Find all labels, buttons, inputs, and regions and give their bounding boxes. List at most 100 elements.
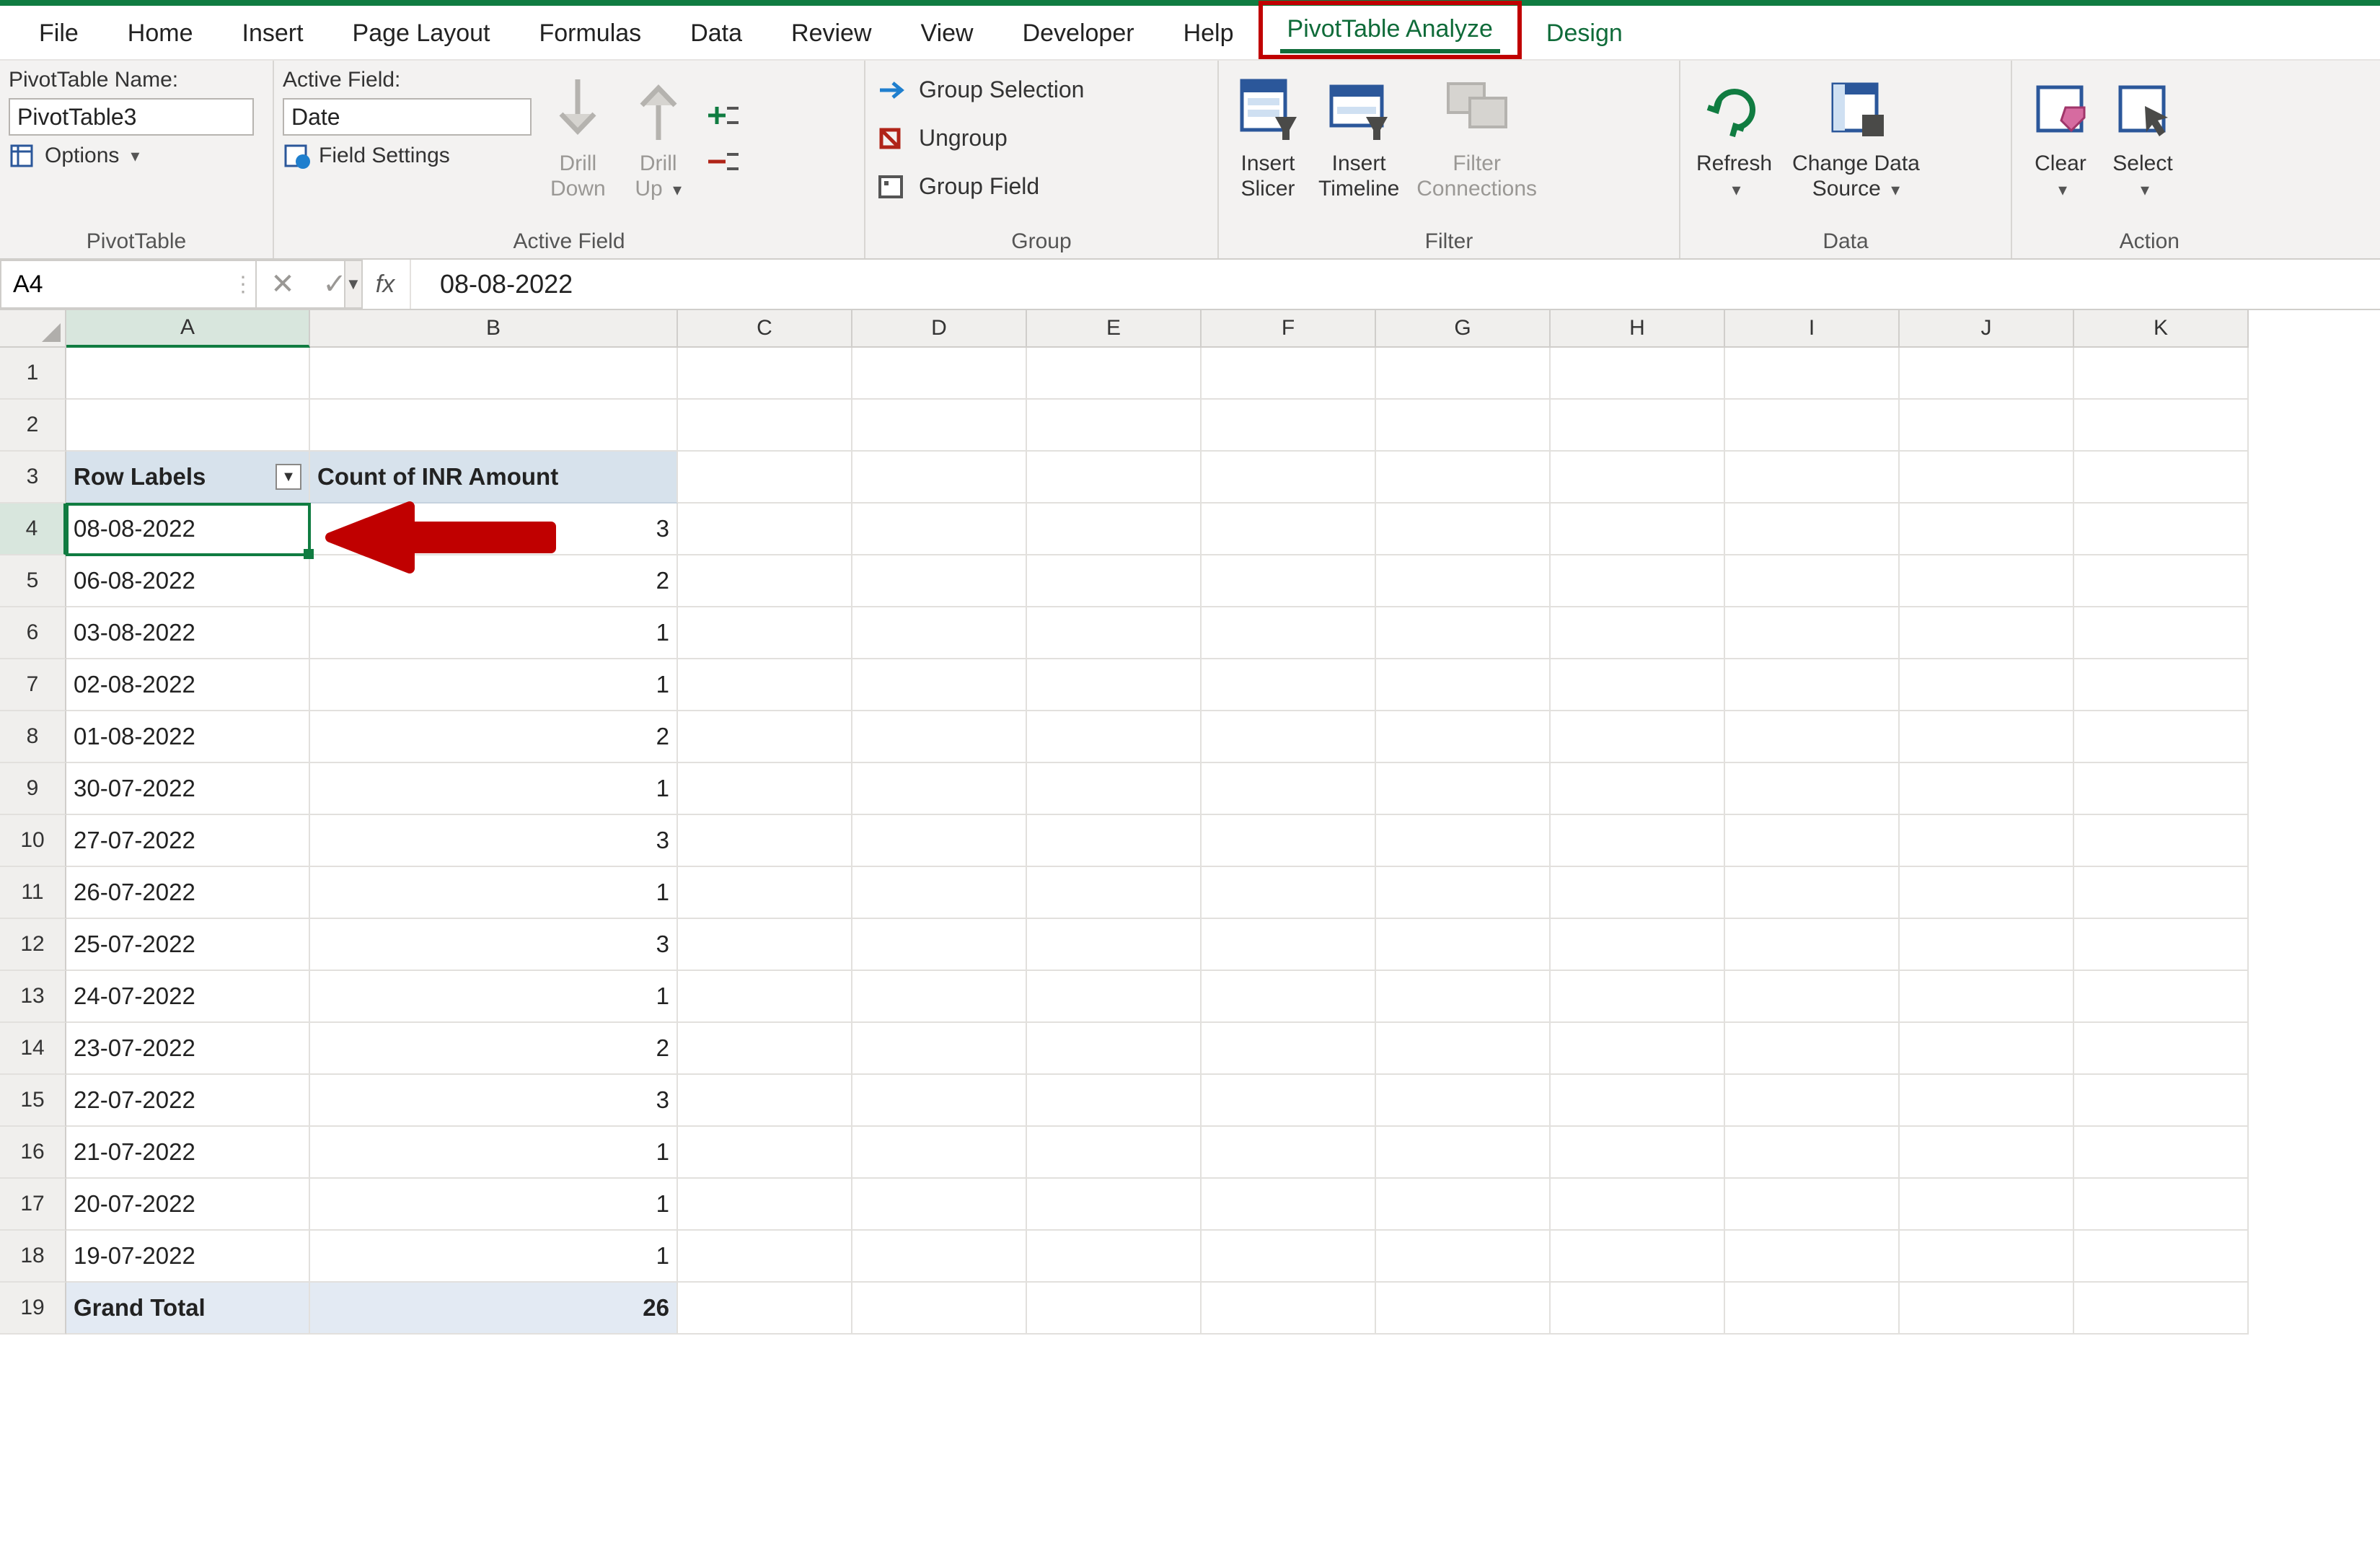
- cell-F11[interactable]: [1202, 867, 1376, 919]
- cell-E18[interactable]: [1027, 1231, 1202, 1283]
- row-header-7[interactable]: 7: [0, 659, 66, 711]
- cell-A16[interactable]: 21-07-2022: [66, 1127, 310, 1179]
- cell-A6[interactable]: 03-08-2022: [66, 607, 310, 659]
- cell-E8[interactable]: [1027, 711, 1202, 763]
- cell-K4[interactable]: [2074, 504, 2249, 555]
- column-header-I[interactable]: I: [1725, 310, 1900, 348]
- cell-E14[interactable]: [1027, 1023, 1202, 1075]
- row-header-6[interactable]: 6: [0, 607, 66, 659]
- cell-H11[interactable]: [1551, 867, 1725, 919]
- cell-H16[interactable]: [1551, 1127, 1725, 1179]
- column-header-C[interactable]: C: [678, 310, 852, 348]
- tab-pivottable-analyze[interactable]: PivotTable Analyze: [1259, 1, 1522, 59]
- cell-B7[interactable]: 1: [310, 659, 678, 711]
- worksheet-grid[interactable]: ABCDEFGHIJK123Row Labels▼Count of INR Am…: [0, 310, 2380, 1335]
- cell-C11[interactable]: [678, 867, 852, 919]
- tab-file[interactable]: File: [14, 9, 103, 59]
- cell-F1[interactable]: [1202, 348, 1376, 400]
- cell-A5[interactable]: 06-08-2022: [66, 555, 310, 607]
- row-header-17[interactable]: 17: [0, 1179, 66, 1231]
- cell-D17[interactable]: [852, 1179, 1027, 1231]
- cell-G13[interactable]: [1376, 971, 1551, 1023]
- cell-C17[interactable]: [678, 1179, 852, 1231]
- cell-D7[interactable]: [852, 659, 1027, 711]
- expand-field-icon[interactable]: [704, 101, 740, 130]
- cell-F17[interactable]: [1202, 1179, 1376, 1231]
- cell-A10[interactable]: 27-07-2022: [66, 815, 310, 867]
- cell-E6[interactable]: [1027, 607, 1202, 659]
- cell-I13[interactable]: [1725, 971, 1900, 1023]
- cell-G15[interactable]: [1376, 1075, 1551, 1127]
- cell-J19[interactable]: [1900, 1283, 2074, 1335]
- cell-I17[interactable]: [1725, 1179, 1900, 1231]
- cell-C12[interactable]: [678, 919, 852, 971]
- cell-H5[interactable]: [1551, 555, 1725, 607]
- cell-F2[interactable]: [1202, 400, 1376, 452]
- field-settings-button[interactable]: Field Settings: [283, 141, 532, 170]
- cell-G7[interactable]: [1376, 659, 1551, 711]
- row-header-4[interactable]: 4: [0, 504, 66, 555]
- cell-I18[interactable]: [1725, 1231, 1900, 1283]
- cell-C9[interactable]: [678, 763, 852, 815]
- cell-A18[interactable]: 19-07-2022: [66, 1231, 310, 1283]
- cell-J13[interactable]: [1900, 971, 2074, 1023]
- cell-F19[interactable]: [1202, 1283, 1376, 1335]
- cell-E1[interactable]: [1027, 348, 1202, 400]
- cell-I3[interactable]: [1725, 452, 1900, 504]
- cell-C16[interactable]: [678, 1127, 852, 1179]
- cell-J1[interactable]: [1900, 348, 2074, 400]
- cell-K7[interactable]: [2074, 659, 2249, 711]
- cell-K16[interactable]: [2074, 1127, 2249, 1179]
- cell-C18[interactable]: [678, 1231, 852, 1283]
- cell-J11[interactable]: [1900, 867, 2074, 919]
- cell-G1[interactable]: [1376, 348, 1551, 400]
- column-header-H[interactable]: H: [1551, 310, 1725, 348]
- cell-G6[interactable]: [1376, 607, 1551, 659]
- cell-B19[interactable]: 26: [310, 1283, 678, 1335]
- cell-H12[interactable]: [1551, 919, 1725, 971]
- tab-data[interactable]: Data: [666, 9, 767, 59]
- cell-B3[interactable]: Count of INR Amount: [310, 452, 678, 504]
- cell-H19[interactable]: [1551, 1283, 1725, 1335]
- cell-J16[interactable]: [1900, 1127, 2074, 1179]
- cell-A14[interactable]: 23-07-2022: [66, 1023, 310, 1075]
- collapse-field-icon[interactable]: [704, 147, 740, 176]
- cell-G12[interactable]: [1376, 919, 1551, 971]
- cell-B13[interactable]: 1: [310, 971, 678, 1023]
- group-field-button[interactable]: Group Field: [874, 169, 1087, 204]
- pivottable-name-input[interactable]: PivotTable3: [9, 98, 254, 136]
- cell-A13[interactable]: 24-07-2022: [66, 971, 310, 1023]
- cell-J17[interactable]: [1900, 1179, 2074, 1231]
- cell-B1[interactable]: [310, 348, 678, 400]
- cell-H18[interactable]: [1551, 1231, 1725, 1283]
- cell-J9[interactable]: [1900, 763, 2074, 815]
- tab-view[interactable]: View: [896, 9, 998, 59]
- cell-D6[interactable]: [852, 607, 1027, 659]
- cell-C1[interactable]: [678, 348, 852, 400]
- row-header-2[interactable]: 2: [0, 400, 66, 452]
- insert-slicer-button[interactable]: Insert Slicer: [1228, 68, 1308, 201]
- cell-D9[interactable]: [852, 763, 1027, 815]
- cell-E2[interactable]: [1027, 400, 1202, 452]
- row-header-5[interactable]: 5: [0, 555, 66, 607]
- cell-K2[interactable]: [2074, 400, 2249, 452]
- cell-C10[interactable]: [678, 815, 852, 867]
- cell-F9[interactable]: [1202, 763, 1376, 815]
- cell-D1[interactable]: [852, 348, 1027, 400]
- cell-D8[interactable]: [852, 711, 1027, 763]
- cell-E7[interactable]: [1027, 659, 1202, 711]
- insert-timeline-button[interactable]: Insert Timeline: [1311, 68, 1406, 201]
- cell-J4[interactable]: [1900, 504, 2074, 555]
- cell-K10[interactable]: [2074, 815, 2249, 867]
- cell-I4[interactable]: [1725, 504, 1900, 555]
- cell-I12[interactable]: [1725, 919, 1900, 971]
- cell-A2[interactable]: [66, 400, 310, 452]
- cell-A19[interactable]: Grand Total: [66, 1283, 310, 1335]
- cell-D13[interactable]: [852, 971, 1027, 1023]
- cell-G18[interactable]: [1376, 1231, 1551, 1283]
- tab-review[interactable]: Review: [767, 9, 896, 59]
- cell-C6[interactable]: [678, 607, 852, 659]
- ungroup-button[interactable]: Ungroup: [874, 120, 1087, 156]
- row-header-19[interactable]: 19: [0, 1283, 66, 1335]
- cell-B17[interactable]: 1: [310, 1179, 678, 1231]
